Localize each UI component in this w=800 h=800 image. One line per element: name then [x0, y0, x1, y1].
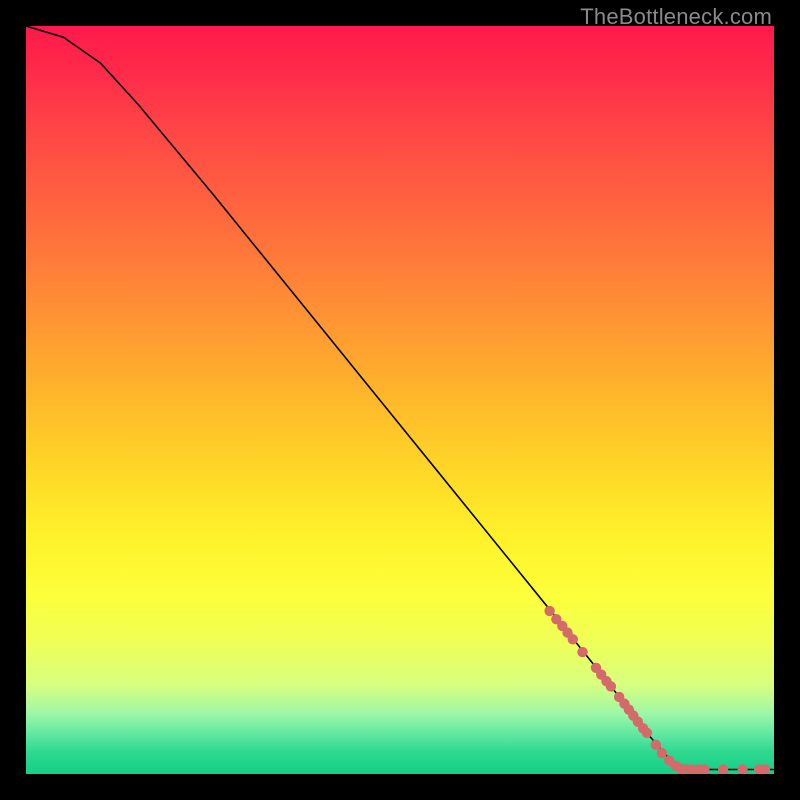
chart-curve: [26, 26, 774, 770]
chart-point: [606, 681, 616, 691]
chart-svg: [26, 26, 774, 774]
chart-point: [577, 647, 587, 657]
chart-point: [544, 606, 554, 616]
plot-area: [26, 26, 774, 774]
chart-point: [718, 764, 728, 774]
chart-point: [568, 634, 578, 644]
chart-points-group: [544, 606, 770, 774]
chart-stage: TheBottleneck.com: [0, 0, 800, 800]
chart-point: [737, 764, 747, 774]
chart-point: [657, 748, 667, 758]
chart-point: [642, 728, 652, 738]
